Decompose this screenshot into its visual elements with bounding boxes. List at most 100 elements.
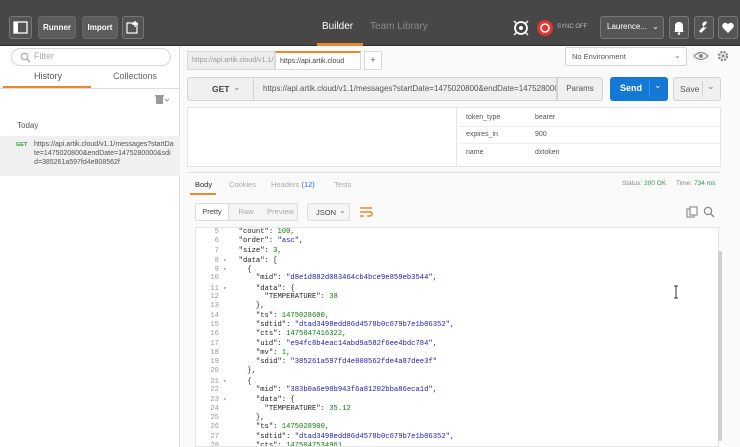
response-scrollbar-thumb[interactable] <box>718 251 722 441</box>
pretty-button[interactable]: Pretty <box>196 204 229 220</box>
new-tab-button[interactable] <box>122 16 144 39</box>
token-details-panel <box>187 107 721 167</box>
eye-icon[interactable] <box>693 49 709 63</box>
code-text: }, <box>230 302 265 311</box>
code-text: "ts": 1475028600, <box>230 311 330 320</box>
method-value: GET <box>212 84 230 94</box>
code-text: "sdtid": "dtad3498edd86d4578b0c679b7e1b0… <box>230 432 455 441</box>
code-line: 16 "cts": 1475047416322, <box>196 330 718 339</box>
fold-toggle[interactable]: ▾ <box>223 377 230 386</box>
code-value: 1475028900, <box>281 423 330 432</box>
raw-button[interactable]: Raw <box>230 204 262 220</box>
user-name: Laurence... <box>607 22 648 31</box>
wrench-icon <box>699 21 708 33</box>
tab-collections[interactable]: Collections <box>90 71 180 81</box>
body-tab-indicator <box>190 193 216 195</box>
tab-builder[interactable]: Builder <box>322 20 353 34</box>
history-tab-indicator <box>3 86 91 88</box>
line-number: 27 <box>210 432 219 441</box>
postman-window: Runner Import Builder Team Library SYNC … <box>0 0 740 447</box>
request-tab-1[interactable]: https://api.artik.cloud/v1.1/ <box>187 51 275 70</box>
code-text: "TEMPERATURE": 38 <box>230 293 338 302</box>
code-value: 1, <box>281 348 291 357</box>
row-divider <box>458 143 721 144</box>
code-line: 25 }, <box>196 414 718 423</box>
line-number: 7 <box>214 246 219 255</box>
tab-headers[interactable]: Headers (12) <box>271 180 315 194</box>
add-tab-button[interactable]: + <box>364 51 382 70</box>
code-value: 1475047534961, <box>286 441 347 447</box>
fold-toggle[interactable]: ▾ <box>223 265 230 274</box>
params-button[interactable]: Params <box>557 77 603 101</box>
code-line: 21 ▾ { <box>196 377 718 386</box>
code-line: 13 }, <box>196 302 718 311</box>
chevron-down-icon: ⌄ <box>652 22 659 31</box>
text-cursor-icon <box>674 285 678 299</box>
code-text: "data": [ <box>230 256 278 265</box>
code-text: "order": "asc", <box>230 237 304 246</box>
row-divider <box>458 126 721 127</box>
code-value: "asc", <box>277 237 304 246</box>
import-button[interactable]: Import <box>82 16 118 39</box>
wrap-lines-icon[interactable] <box>359 205 373 219</box>
save-button[interactable]: Save ⌄ <box>673 77 721 101</box>
line-number: 13 <box>210 302 219 311</box>
token-type-key: token_type <box>466 114 501 121</box>
environment-select[interactable]: No Environment ⌄ <box>565 47 687 66</box>
format-select[interactable]: JSON ⌄ <box>307 203 350 221</box>
response-body[interactable]: 5 "count": 100, 6 "order": "asc", 7 "size"… <box>195 227 719 447</box>
tab-history[interactable]: History <box>3 71 93 81</box>
code-value: 35.12 <box>329 404 351 413</box>
headers-count: (12) <box>301 180 315 189</box>
history-item-method: GET <box>16 142 28 148</box>
copy-icon[interactable] <box>686 206 698 218</box>
sidebar-toggle-button[interactable] <box>9 16 32 39</box>
runner-button[interactable]: Runner <box>38 16 76 39</box>
code-text: }, <box>230 367 256 376</box>
history-filter-field[interactable]: Filter <box>11 48 171 66</box>
tab-cookies[interactable]: Cookies <box>229 180 256 194</box>
bell-icon <box>674 22 684 35</box>
request-tab-2[interactable]: https://api.artik.cloud <box>275 51 361 70</box>
code-value: 1475028600, <box>281 311 330 320</box>
code-line: 23 ▾ "data": { <box>196 395 718 404</box>
sidebar <box>0 46 180 447</box>
fold-toggle[interactable]: ▾ <box>223 395 230 404</box>
code-text: { <box>230 377 252 386</box>
history-group-today: Today <box>17 121 39 130</box>
gear-icon[interactable] <box>716 49 730 63</box>
time-value: 734 ms <box>694 180 716 187</box>
user-menu[interactable]: Laurence... ⌄ <box>600 16 664 39</box>
chevron-down-icon: ⌄ <box>674 51 681 60</box>
code-value: 38 <box>329 293 338 302</box>
trash-icon[interactable] <box>154 95 170 105</box>
settings-button[interactable] <box>694 16 714 39</box>
sync-icon[interactable] <box>535 18 555 38</box>
interceptor-icon[interactable] <box>511 18 531 38</box>
search-icon[interactable] <box>703 206 715 218</box>
preview-button[interactable]: Preview <box>263 204 298 220</box>
tab-team-library[interactable]: Team Library <box>370 20 428 34</box>
code-line: 12 "TEMPERATURE": 38 <box>196 293 718 302</box>
code-text: "ts": 1475028900, <box>230 423 330 432</box>
history-item[interactable]: GET https://api.artik.cloud/v1.1/message… <box>0 136 180 176</box>
tab-body[interactable]: Body <box>195 180 212 194</box>
favorites-button[interactable] <box>718 16 738 39</box>
notifications-button[interactable] <box>669 16 689 39</box>
code-text: "cts": 1475047534961, <box>230 441 347 447</box>
history-item-url: https://api.artik.cloud/v1.1/messages?st… <box>34 141 174 166</box>
code-text: "cts": 1475047416322, <box>230 330 347 339</box>
code-line: 10 "mid": "d8e1d882d083464cb4bce9e859eb3… <box>196 274 718 283</box>
heart-icon <box>722 22 734 33</box>
code-text: }, <box>230 413 265 422</box>
code-text: "size": 3, <box>230 246 282 255</box>
fold-toggle[interactable]: ▾ <box>223 256 230 265</box>
url-input[interactable]: https://api.artik.cloud/v1.1/messages?st… <box>254 77 557 101</box>
code-line: 19 "sdid": "385261a597fd4e808562fde4a87d… <box>196 358 718 367</box>
line-number: 15 <box>210 320 219 329</box>
tab-tests[interactable]: Tests <box>334 180 352 194</box>
fold-toggle[interactable]: ▾ <box>223 284 230 293</box>
send-button[interactable]: Send ⌄ <box>610 77 668 101</box>
code-value: [ <box>273 256 278 265</box>
method-select[interactable]: GET ⌄ <box>187 77 254 101</box>
